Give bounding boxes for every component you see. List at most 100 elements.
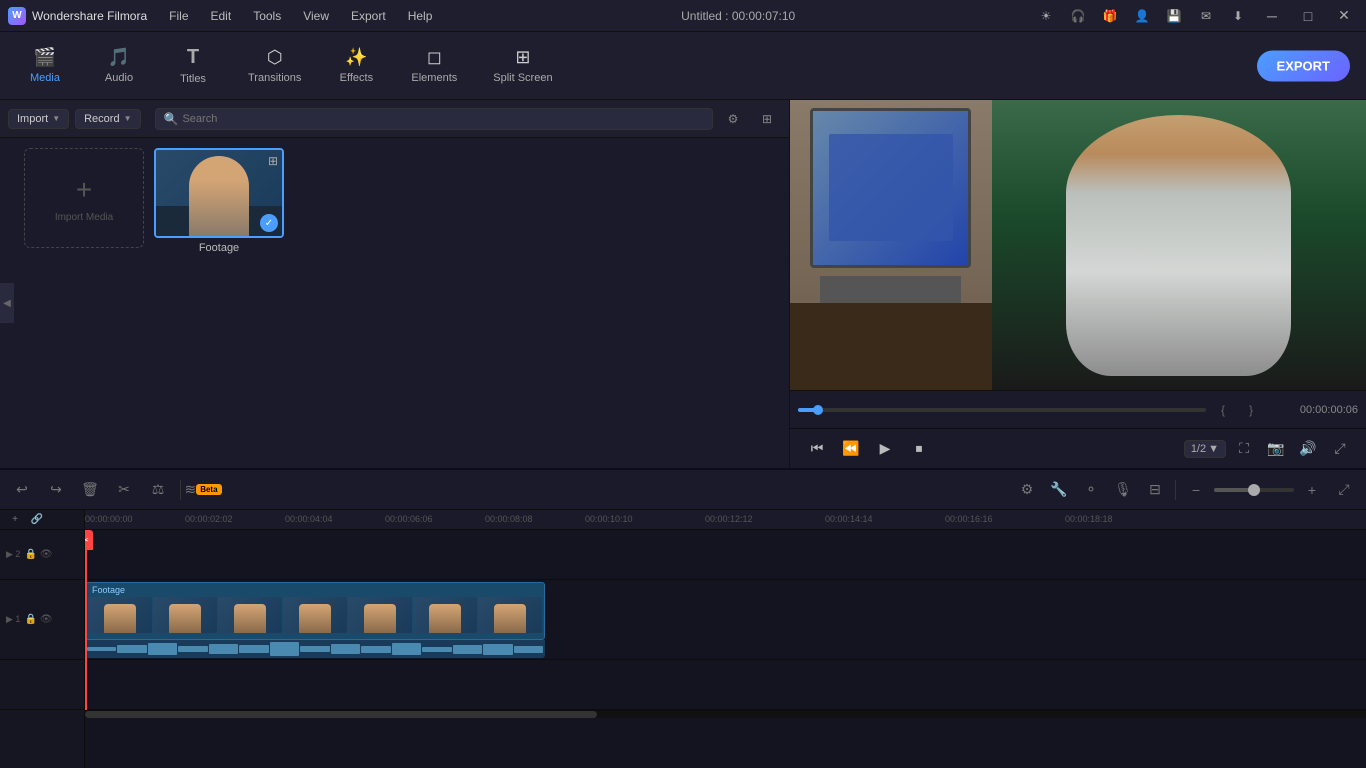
minimize-button[interactable]: ─ (1258, 2, 1286, 30)
zoom-in-button[interactable]: + (1298, 476, 1326, 504)
timeline-fullscreen-icon[interactable]: ⤢ (1330, 476, 1358, 504)
cut-button[interactable]: ✂ (110, 476, 138, 504)
menu-edit[interactable]: Edit (201, 5, 242, 27)
clip-frames (86, 583, 544, 639)
footage-thumbnail: ⊞ ✓ Footage (154, 148, 284, 254)
menu-tools[interactable]: Tools (243, 5, 291, 27)
toolbar-titles[interactable]: T Titles (158, 40, 228, 91)
undo-button[interactable]: ↩ (8, 476, 36, 504)
effects-label: Effects (340, 72, 373, 84)
volume-icon[interactable]: 🔊 (1294, 435, 1322, 463)
search-box[interactable]: 🔍 (155, 108, 714, 130)
brightness-icon[interactable]: ☀ (1034, 4, 1058, 28)
menu-view[interactable]: View (293, 5, 339, 27)
preview-progress-thumb[interactable] (813, 405, 823, 415)
import-media-box[interactable]: + Import Media (24, 148, 144, 248)
maximize-button[interactable]: □ (1294, 2, 1322, 30)
waveform-bar-6 (239, 645, 268, 653)
link-tracks-button[interactable]: 🔗 (28, 511, 46, 529)
zoom-slider[interactable] (1214, 488, 1294, 492)
record-dropdown[interactable]: Record ▼ (75, 109, 140, 129)
menu-export[interactable]: Export (341, 5, 396, 27)
import-arrow-icon: ▼ (52, 114, 60, 123)
timeline-scrollbar-thumb[interactable] (85, 711, 597, 718)
elements-label: Elements (411, 72, 457, 84)
transitions-label: Transitions (248, 72, 301, 84)
grid-view-icon[interactable]: ⊞ (753, 105, 781, 133)
waveform-bar-11 (392, 643, 421, 655)
record-arrow-icon: ▼ (124, 114, 132, 123)
main-area: Import ▼ Record ▼ 🔍 ⚙ ⊞ ◀ + Import Media (0, 100, 1366, 468)
import-dropdown[interactable]: Import ▼ (8, 109, 69, 129)
track-1-lock-icon[interactable]: 🔒 (24, 614, 36, 625)
speed-arrow-icon: ▼ (1208, 443, 1219, 455)
account-icon[interactable]: 👤 (1130, 4, 1154, 28)
scissors-icon: ✂ (85, 535, 89, 546)
export-button[interactable]: EXPORT (1257, 50, 1350, 81)
bracket-left-btn[interactable]: { (1212, 399, 1234, 421)
timeline-voice-icon[interactable]: 🎙 (1109, 476, 1137, 504)
effects-icon: ✨ (345, 47, 367, 68)
skip-back-button[interactable]: ⏮ (802, 434, 832, 464)
close-button[interactable]: ✕ (1330, 2, 1358, 30)
bracket-right-btn[interactable]: } (1240, 399, 1262, 421)
timeline-settings-icon[interactable]: ⚙ (1013, 476, 1041, 504)
add-track-button[interactable]: + (6, 511, 24, 529)
ruler-time-1: 00:00:02:02 (185, 514, 233, 524)
preview-progress-bar[interactable] (798, 408, 1206, 412)
footage-thumb-img[interactable]: ⊞ ✓ (154, 148, 284, 238)
fit-icon[interactable]: ⤢ (1326, 435, 1354, 463)
timeline-magnet-icon[interactable]: 🔧 (1045, 476, 1073, 504)
ruler-time-2: 00:00:04:04 (285, 514, 333, 524)
toolbar-transitions[interactable]: ⬡ Transitions (232, 41, 317, 90)
delete-button[interactable]: 🗑 (76, 476, 104, 504)
ruler-time-7: 00:00:14:14 (825, 514, 873, 524)
media-scroll-left[interactable]: ◀ (0, 283, 14, 323)
toolbar-media[interactable]: 🎬 Media (10, 41, 80, 90)
titlebar: W Wondershare Filmora File Edit Tools Vi… (0, 0, 1366, 32)
preview-controls-bar: { } 00:00:00:06 (790, 390, 1366, 428)
video-clip[interactable]: Footage (85, 582, 545, 640)
play-button[interactable]: ▶ (870, 434, 900, 464)
zoom-out-button[interactable]: − (1182, 476, 1210, 504)
headphone-icon[interactable]: 🎧 (1066, 4, 1090, 28)
track-2-row (85, 530, 1366, 580)
ai-cut-button[interactable]: ≋ Beta (189, 476, 217, 504)
frame-back-button[interactable]: ⏪ (836, 434, 866, 464)
timeline-scrollbar[interactable] (85, 710, 1366, 718)
ruler-time-0: 00:00:00:00 (85, 514, 133, 524)
track-1-eye-icon[interactable]: 👁 (40, 614, 53, 625)
download-icon[interactable]: ⬇ (1226, 4, 1250, 28)
clip-frame-4 (283, 597, 347, 633)
logo-icon: W (8, 7, 26, 25)
menu-file[interactable]: File (159, 5, 198, 27)
menu-help[interactable]: Help (398, 5, 443, 27)
timeline-caption-icon[interactable]: ⊟ (1141, 476, 1169, 504)
toolbar-effects[interactable]: ✨ Effects (321, 41, 391, 90)
playhead[interactable]: ✂ (85, 530, 87, 710)
mail-icon[interactable]: ✉ (1194, 4, 1218, 28)
speed-selector[interactable]: 1/2 ▼ (1184, 440, 1226, 458)
track-2-eye-icon[interactable]: 👁 (40, 549, 53, 560)
preview-left (790, 100, 992, 390)
fullscreen-preview-icon[interactable]: ⛶ (1230, 435, 1258, 463)
gift-icon[interactable]: 🎁 (1098, 4, 1122, 28)
ruler-time-8: 00:00:16:16 (945, 514, 993, 524)
timeline-record-icon[interactable]: ⚬ (1077, 476, 1105, 504)
save-icon[interactable]: 💾 (1162, 4, 1186, 28)
splitscreen-icon: ⊞ (515, 47, 530, 68)
timeline-toolbar: ↩ ↪ 🗑 ✂ ⚖ ≋ Beta ⚙ 🔧 ⚬ 🎙 ⊟ − + ⤢ (0, 470, 1366, 510)
toolbar-splitscreen[interactable]: ⊞ Split Screen (477, 41, 568, 90)
stop-button[interactable]: ⏹ (904, 434, 934, 464)
toolbar-audio[interactable]: 🎵 Audio (84, 41, 154, 90)
filter-icon[interactable]: ⚙ (719, 105, 747, 133)
toolbar-elements[interactable]: ◻ Elements (395, 41, 473, 90)
add-media-icon: + (76, 174, 92, 206)
preview-playback: ⏮ ⏪ ▶ ⏹ 1/2 ▼ ⛶ 📷 🔊 ⤢ (790, 428, 1366, 468)
track-2-lock-icon[interactable]: 🔒 (24, 549, 36, 560)
adjust-button[interactable]: ⚖ (144, 476, 172, 504)
search-input[interactable] (182, 113, 704, 125)
zoom-slider-thumb[interactable] (1248, 484, 1260, 496)
redo-button[interactable]: ↪ (42, 476, 70, 504)
screenshot-icon[interactable]: 📷 (1262, 435, 1290, 463)
